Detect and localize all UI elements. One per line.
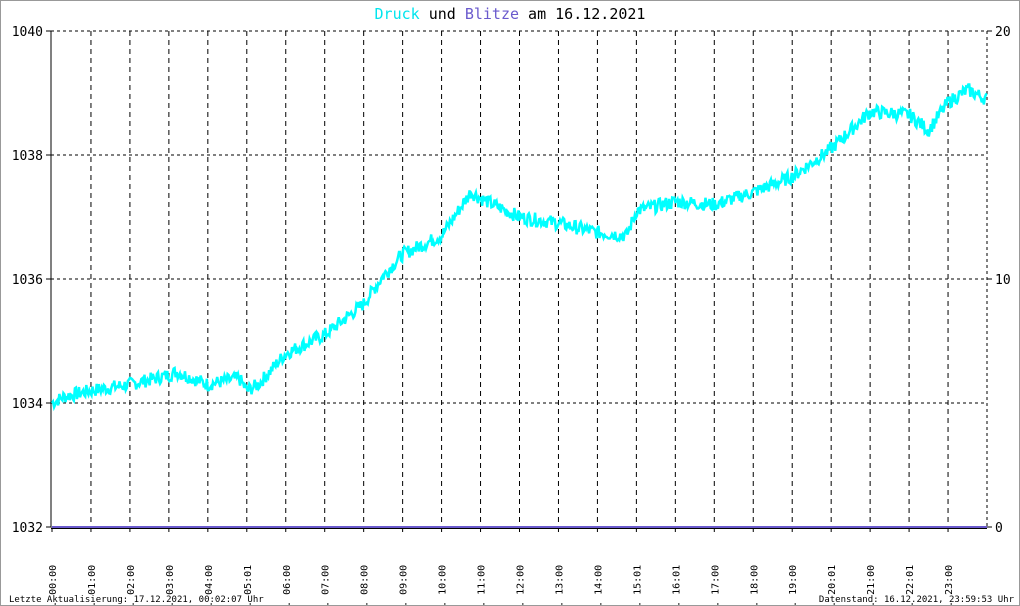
y-tick-label: 1036 <box>12 273 43 288</box>
x-tick-label: 16. 18:00 <box>749 565 760 605</box>
x-tick-label: 16. 15:01 <box>632 565 643 605</box>
y-tick-label: 1034 <box>12 397 43 412</box>
x-tick-label: 16. 09:00 <box>399 565 410 605</box>
chart-title: Druck und Blitze am 16.12.2021 <box>375 5 646 23</box>
x-tick-label: 16. 19:00 <box>788 565 799 605</box>
x-tick-label: 16. 11:00 <box>477 565 488 605</box>
chart-container: Druck und Blitze am 16.12.2021 1032 1034 1… <box>0 0 1020 606</box>
y-tick-label: 1032 <box>12 521 43 536</box>
x-tick-label: 16. 10:00 <box>438 565 449 605</box>
x-tick-label: 16. 13:00 <box>554 565 565 605</box>
axes: 103210341036103810400102016. 00:00 16. 01… <box>12 25 1011 605</box>
y2-tick-label: 0 <box>995 521 1003 536</box>
x-tick-label: 16. 07:00 <box>321 565 332 605</box>
footer-data-status: Datenstand: 16.12.2021, 23:59:53 Uhr <box>819 595 1015 605</box>
x-tick-label: 16. 16:01 <box>671 565 682 605</box>
x-tick-label: 16. 12:00 <box>516 565 527 605</box>
x-tick-label: 16. 06:00 <box>282 565 293 605</box>
y-tick-label: 1038 <box>12 149 43 164</box>
x-tick-label: 16. 17:00 <box>710 565 721 605</box>
x-tick-label: 16. 14:00 <box>593 565 604 605</box>
y2-tick-label: 10 <box>995 273 1011 288</box>
grid <box>51 30 988 527</box>
y-tick-label: 1040 <box>12 25 43 40</box>
footer-last-update: Letzte Aktualisierung: 17.12.2021, 00:02… <box>9 595 264 605</box>
x-tick-label: 16. 08:00 <box>360 565 371 605</box>
y2-tick-label: 20 <box>995 25 1011 40</box>
pressure-lightning-chart: Druck und Blitze am 16.12.2021 1032 1034 1… <box>9 5 1015 605</box>
